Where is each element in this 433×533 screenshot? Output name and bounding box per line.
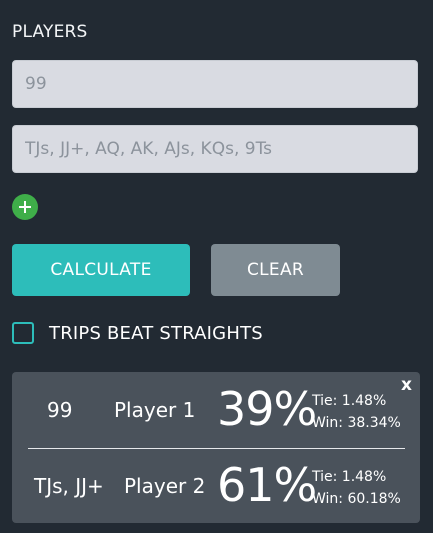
player-1-range-input[interactable] xyxy=(12,60,418,108)
result-stats: Tie: 1.48% Win: 38.34% xyxy=(312,390,401,434)
clear-button[interactable]: CLEAR xyxy=(211,244,340,296)
add-player-button[interactable] xyxy=(12,194,38,220)
result-tie: Tie: 1.48% xyxy=(312,469,387,485)
result-equity: 39% xyxy=(217,382,317,436)
results-panel: x 99 Player 1 39% Tie: 1.48% Win: 38.34%… xyxy=(12,372,420,523)
result-win: Win: 38.34% xyxy=(312,415,401,431)
trips-beat-straights-checkbox[interactable] xyxy=(12,322,34,344)
players-heading: PLAYERS xyxy=(12,22,88,42)
result-row: TJs, JJ+ Player 2 61% Tie: 1.48% Win: 60… xyxy=(12,452,420,522)
result-row: 99 Player 1 39% Tie: 1.48% Win: 38.34% xyxy=(12,376,420,446)
trips-beat-straights-label: TRIPS BEAT STRAIGHTS xyxy=(49,322,263,344)
result-player-name: Player 2 xyxy=(124,474,206,498)
player-2-range-input[interactable] xyxy=(12,125,418,173)
result-tie: Tie: 1.48% xyxy=(312,393,387,409)
result-stats: Tie: 1.48% Win: 60.18% xyxy=(312,466,401,510)
result-hand: 99 xyxy=(47,398,73,422)
results-divider xyxy=(28,448,405,449)
plus-icon xyxy=(19,201,31,213)
result-player-name: Player 1 xyxy=(114,398,196,422)
result-equity: 61% xyxy=(217,458,317,512)
result-hand: TJs, JJ+ xyxy=(34,474,104,498)
calculate-button[interactable]: CALCULATE xyxy=(12,244,190,296)
result-win: Win: 60.18% xyxy=(312,491,401,507)
trips-beat-straights-option[interactable]: TRIPS BEAT STRAIGHTS xyxy=(12,322,263,344)
